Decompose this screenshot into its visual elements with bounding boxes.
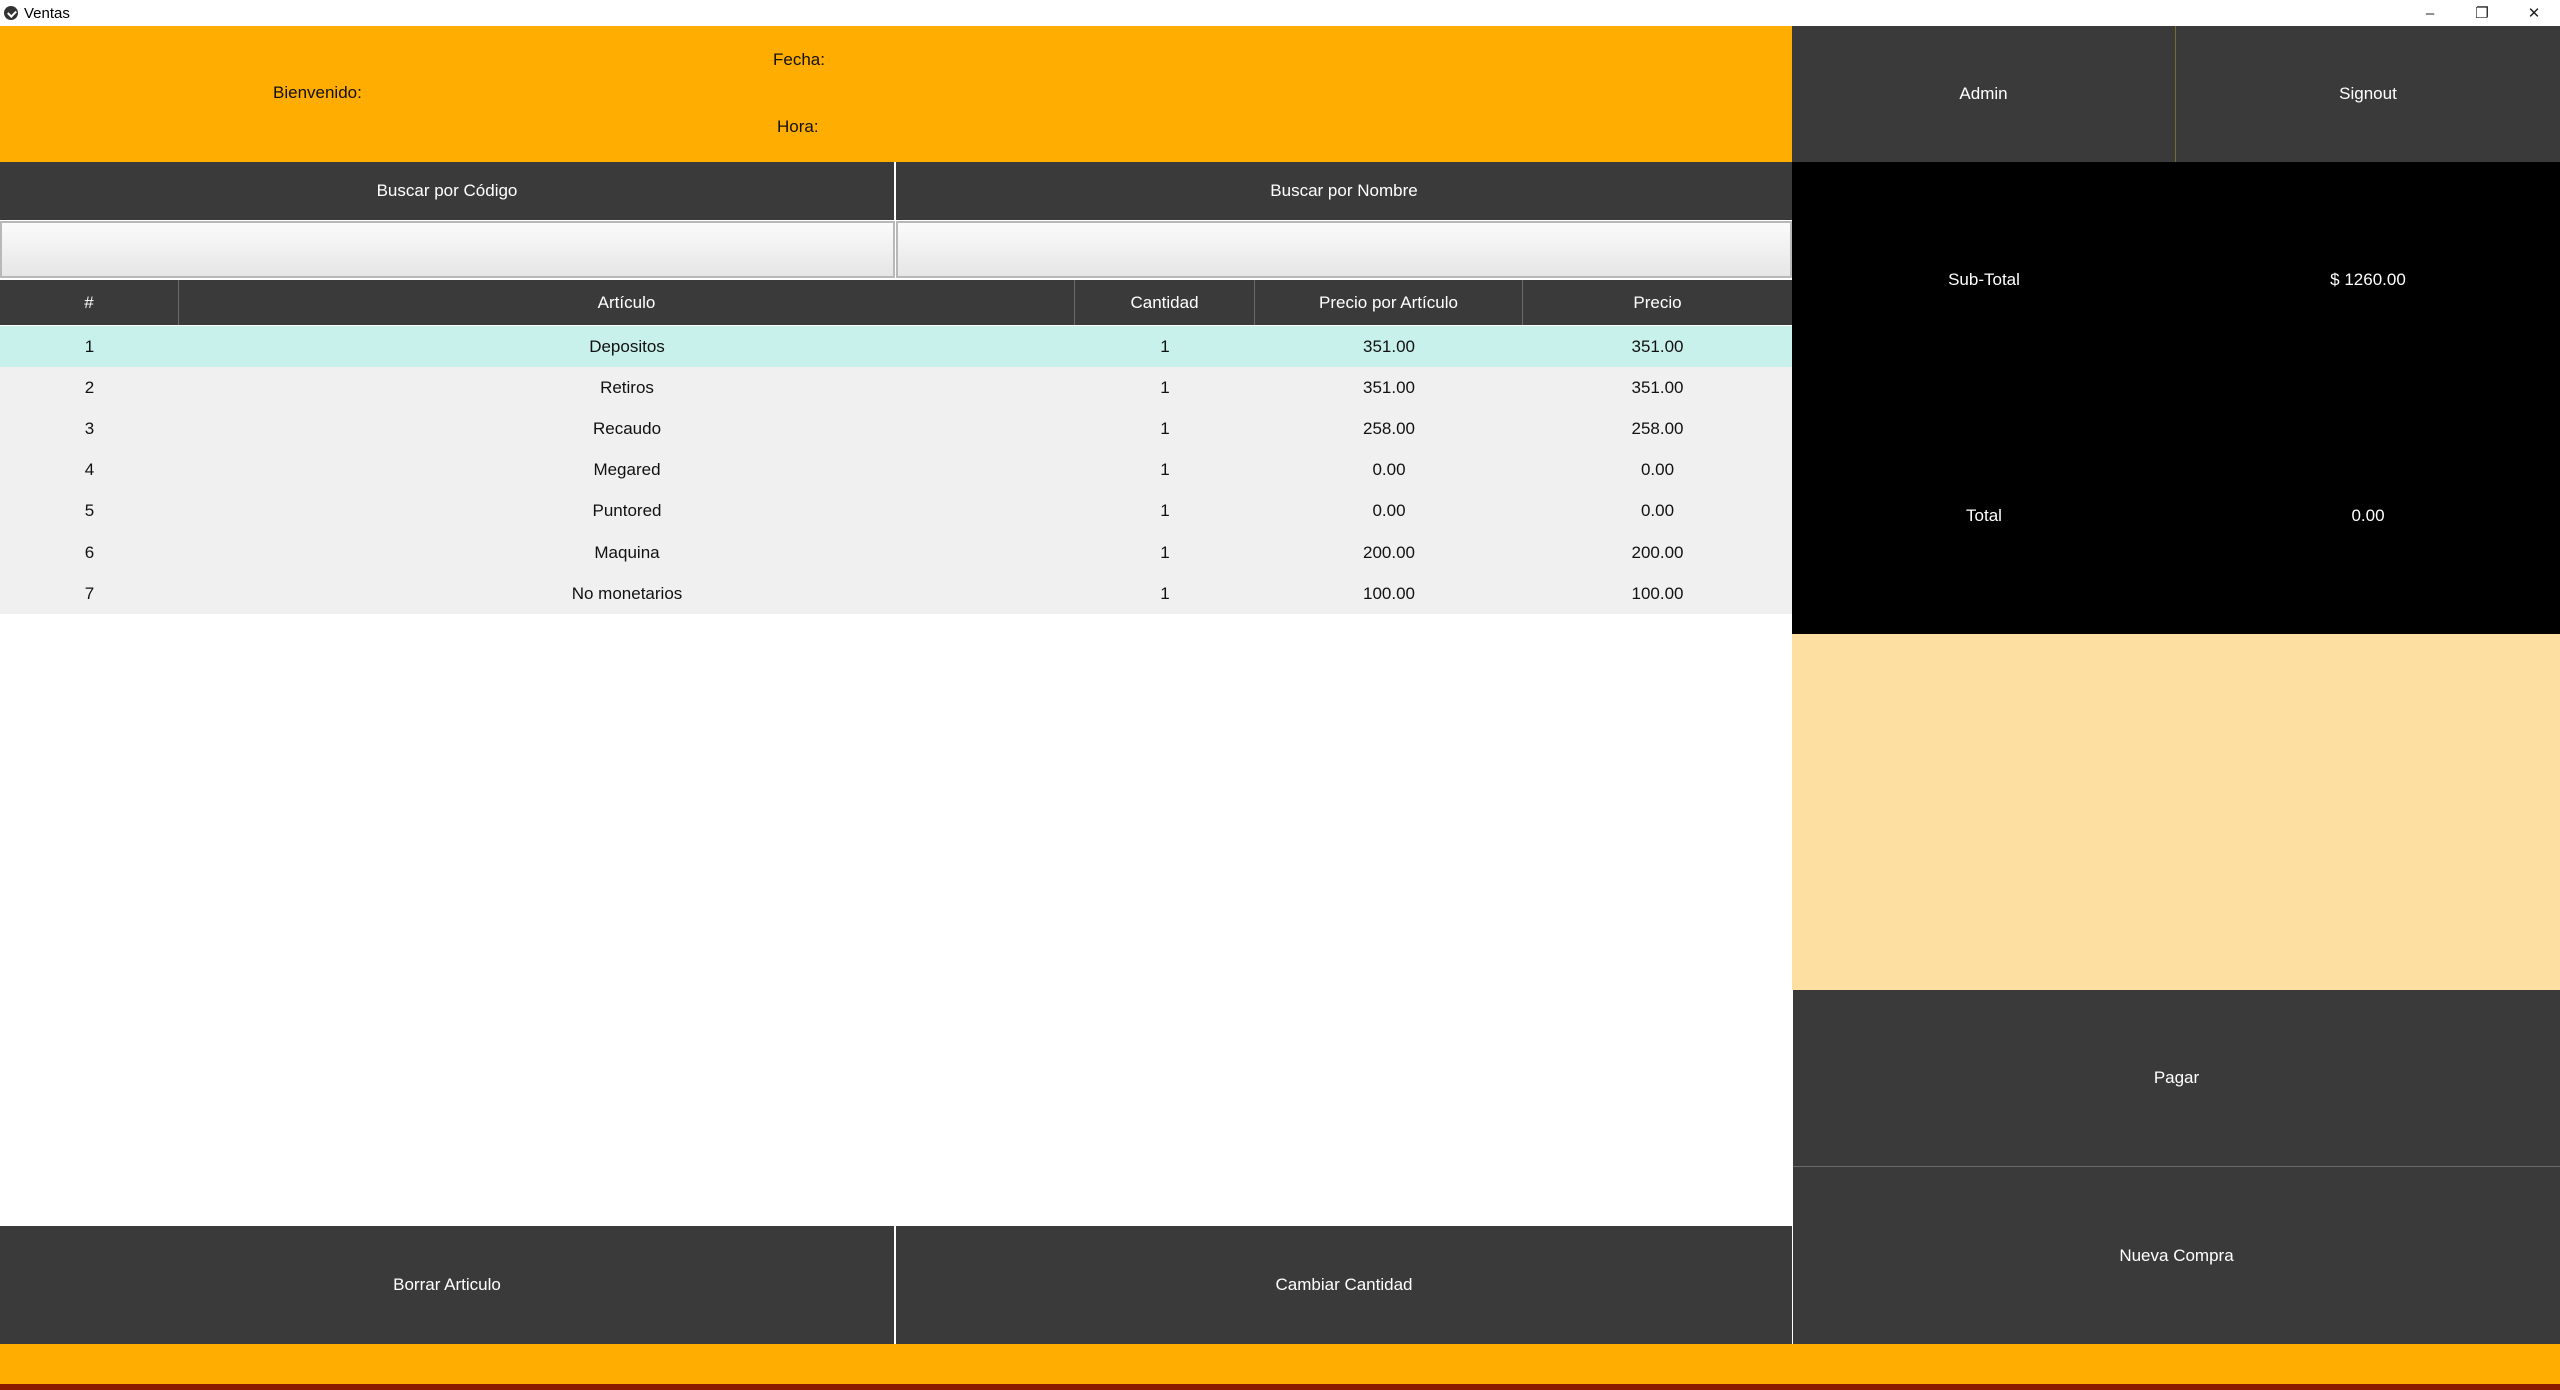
table-row[interactable]: 5 Puntored 1 0.00 0.00 — [0, 490, 1792, 532]
table-row[interactable]: 3 Recaudo 1 258.00 258.00 — [0, 408, 1792, 450]
table-header: # Artículo Cantidad Precio por Artículo … — [0, 280, 1792, 325]
fecha-label: Fecha: — [773, 50, 825, 69]
code-search-input[interactable] — [0, 221, 895, 278]
row-article: Recaudo — [592, 418, 662, 438]
minimize-icon[interactable]: – — [2404, 0, 2456, 26]
row-unit-price: 351.00 — [1363, 336, 1415, 356]
row-quantity: 1 — [1160, 501, 1170, 521]
row-number: 3 — [84, 418, 95, 438]
table-row[interactable]: 7 No monetarios 1 100.00 100.00 — [0, 573, 1792, 615]
row-article: Megared — [593, 460, 661, 480]
row-number: 7 — [84, 583, 95, 603]
row-unit-price: 0.00 — [1372, 460, 1406, 480]
delete-article-button[interactable]: Borrar Articulo — [0, 1226, 894, 1344]
table-body: 1 Depositos 1 351.00 351.00 2 Retiros 1 351.00 35… — [0, 326, 1792, 615]
subtotal-value: $ 1260.00 — [2330, 270, 2406, 289]
row-number: 2 — [84, 377, 95, 397]
row-article: Retiros — [600, 377, 654, 397]
bienvenido-label: Bienvenido: — [273, 83, 362, 102]
row-number: 4 — [84, 460, 95, 480]
hora-label: Hora: — [777, 117, 819, 136]
table-row[interactable]: 6 Maquina 1 200.00 200.00 — [0, 531, 1792, 574]
row-unit-price: 100.00 — [1363, 583, 1415, 603]
row-price: 351.00 — [1631, 336, 1684, 356]
table-row[interactable]: 1 Depositos 1 351.00 351.00 — [0, 326, 1792, 368]
footer-bar — [0, 1344, 2560, 1384]
total-label: Total — [1966, 506, 2002, 525]
row-quantity: 1 — [1160, 336, 1170, 356]
row-number: 1 — [84, 336, 95, 356]
column-header-number[interactable]: # — [0, 280, 179, 325]
column-header-quantity[interactable]: Cantidad — [1075, 280, 1255, 325]
row-number: 5 — [84, 501, 95, 521]
row-number: 6 — [84, 542, 95, 562]
column-header-price[interactable]: Precio — [1523, 280, 1792, 325]
row-price: 0.00 — [1640, 460, 1675, 480]
totals-panel: Sub-Total $ 1260.00 Total 0.00 — [1792, 162, 2560, 634]
new-purchase-button[interactable]: Nueva Compra — [1793, 1167, 2560, 1344]
signout-button[interactable]: Signout — [2176, 26, 2560, 162]
row-quantity: 1 — [1160, 377, 1170, 397]
info-panel — [1792, 634, 2560, 990]
row-price: 0.00 — [1640, 501, 1675, 521]
row-price: 351.00 — [1631, 377, 1684, 397]
search-by-name-button[interactable]: Buscar por Nombre — [896, 162, 1792, 220]
row-price: 100.00 — [1631, 583, 1684, 603]
column-header-unit-price[interactable]: Precio por Artículo — [1255, 280, 1523, 325]
row-quantity: 1 — [1160, 542, 1170, 562]
admin-button[interactable]: Admin — [1792, 26, 2176, 162]
header-banner: Fecha: Bienvenido: Hora: — [0, 26, 1792, 162]
column-header-article[interactable]: Artículo — [179, 280, 1075, 325]
row-unit-price: 0.00 — [1372, 501, 1406, 521]
name-search-input[interactable] — [896, 221, 1792, 278]
row-article: Puntored — [592, 501, 662, 521]
row-article: No monetarios — [571, 583, 683, 603]
subtotal-label: Sub-Total — [1948, 270, 2020, 289]
restore-icon[interactable]: ❐ — [2456, 0, 2508, 26]
title-bar: Ventas – ❐ ✕ — [0, 0, 2560, 26]
table-row[interactable]: 2 Retiros 1 351.00 351.00 — [0, 367, 1792, 409]
row-quantity: 1 — [1160, 418, 1170, 438]
row-unit-price: 351.00 — [1363, 377, 1415, 397]
window-controls: – ❐ ✕ — [2404, 0, 2560, 26]
row-price: 258.00 — [1631, 418, 1684, 438]
row-unit-price: 258.00 — [1363, 418, 1415, 438]
footer-divider — [0, 1384, 2560, 1390]
row-quantity: 1 — [1160, 583, 1170, 603]
pay-button[interactable]: Pagar — [1793, 990, 2560, 1167]
row-article: Maquina — [594, 542, 660, 562]
row-unit-price: 200.00 — [1363, 542, 1415, 562]
row-quantity: 1 — [1160, 460, 1170, 480]
row-article: Depositos — [589, 336, 665, 356]
row-price: 200.00 — [1631, 542, 1684, 562]
search-by-code-button[interactable]: Buscar por Código — [0, 162, 894, 220]
table-row[interactable]: 4 Megared 1 0.00 0.00 — [0, 449, 1792, 491]
close-icon[interactable]: ✕ — [2508, 0, 2560, 26]
total-value: 0.00 — [2351, 506, 2385, 525]
window-title: Ventas — [24, 4, 70, 22]
app-icon — [4, 6, 18, 20]
change-quantity-button[interactable]: Cambiar Cantidad — [896, 1226, 1792, 1344]
